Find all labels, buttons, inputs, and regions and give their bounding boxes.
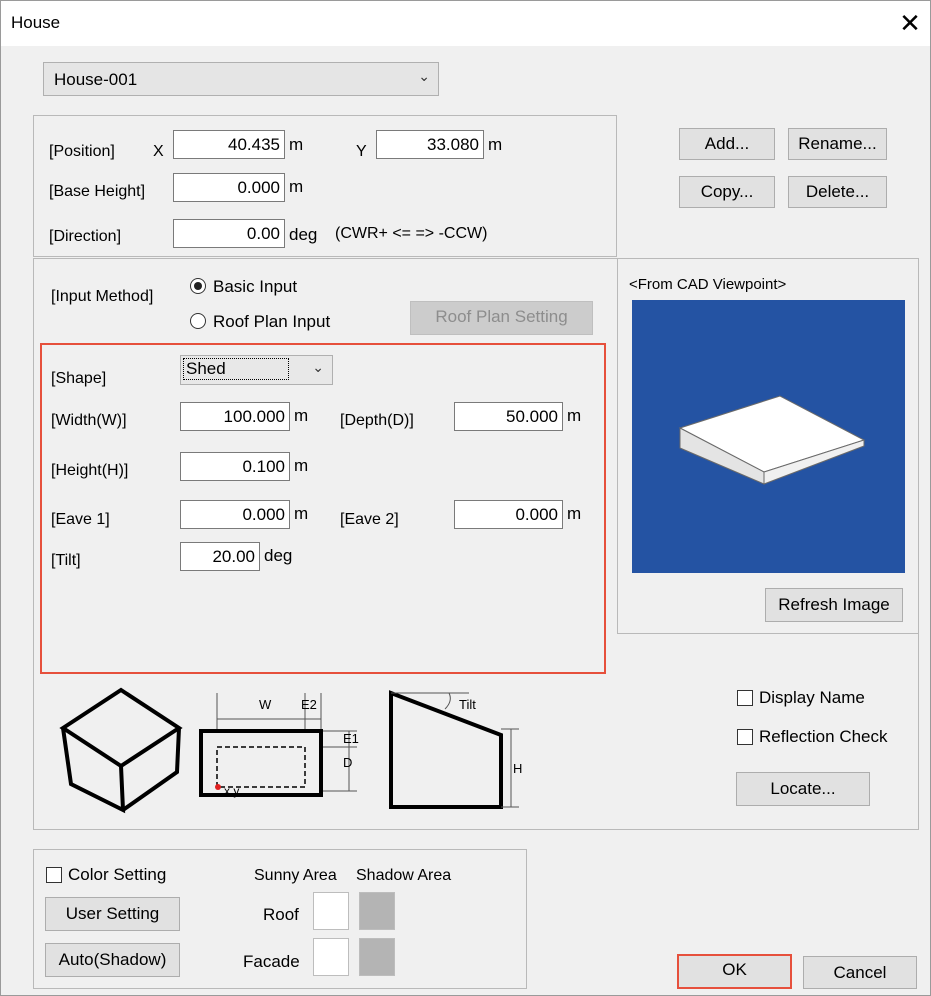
display-name-checkbox[interactable]: [737, 690, 753, 706]
sunny-area-header: Sunny Area: [254, 867, 337, 884]
roof-plan-input-label: Roof Plan Input: [213, 312, 331, 331]
delete-button[interactable]: Delete...: [788, 176, 887, 208]
shape-select-value: Shed: [183, 358, 289, 380]
eave1-input[interactable]: 0.000: [180, 500, 290, 529]
height-input[interactable]: 0.100: [180, 452, 290, 481]
copy-button[interactable]: Copy...: [679, 176, 775, 208]
user-setting-button[interactable]: User Setting: [45, 897, 180, 931]
cad-preview-image: [632, 300, 905, 573]
cancel-button[interactable]: Cancel: [803, 956, 917, 989]
eave2-input[interactable]: 0.000: [454, 500, 563, 529]
facade-shadow-swatch[interactable]: [359, 938, 395, 976]
reflection-check-checkbox[interactable]: [737, 729, 753, 745]
title-bar: House ✕: [1, 1, 930, 46]
basic-input-label: Basic Input: [213, 277, 298, 296]
tilt-label: [Tilt]: [51, 552, 81, 569]
x-unit: m: [289, 135, 304, 154]
depth-label: [Depth(D)]: [340, 412, 414, 429]
reflection-check-label: Reflection Check: [759, 727, 888, 746]
y-unit: m: [488, 135, 503, 154]
roof-sunny-swatch[interactable]: [313, 892, 349, 930]
house-select[interactable]: House-001 ⌄: [43, 62, 439, 96]
input-method-label: [Input Method]: [51, 288, 154, 305]
facade-sunny-swatch[interactable]: [313, 938, 349, 976]
shed-model-icon: [678, 395, 866, 485]
diagram-e2-label: E2: [301, 697, 317, 712]
roof-plan-setting-button[interactable]: Roof Plan Setting: [410, 301, 593, 335]
direction-input[interactable]: 0.00: [173, 219, 285, 248]
height-unit: m: [294, 456, 309, 475]
refresh-image-button[interactable]: Refresh Image: [765, 588, 903, 622]
preview-label: <From CAD Viewpoint>: [629, 276, 787, 293]
auto-shadow-button[interactable]: Auto(Shadow): [45, 943, 180, 977]
rename-button[interactable]: Rename...: [788, 128, 887, 160]
eave2-unit: m: [567, 504, 582, 523]
house-select-value: House-001: [54, 70, 138, 89]
depth-input[interactable]: 50.000: [454, 402, 563, 431]
tilt-unit: deg: [264, 546, 293, 565]
facade-label: Facade: [243, 952, 300, 971]
color-setting-checkbox[interactable]: [46, 867, 62, 883]
y-label: Y: [356, 143, 367, 160]
base-height-unit: m: [289, 177, 304, 196]
eave2-label: [Eave 2]: [340, 511, 399, 528]
window-title: House: [11, 13, 61, 32]
roof-shadow-swatch[interactable]: [359, 892, 395, 930]
shape-label: [Shape]: [51, 370, 107, 387]
section-view-diagram: Tilt H: [389, 690, 522, 809]
direction-unit: deg: [289, 225, 318, 244]
direction-note: (CWR+ <= => -CCW): [335, 225, 488, 242]
position-x-input[interactable]: 40.435: [173, 130, 285, 159]
eave1-label: [Eave 1]: [51, 511, 110, 528]
display-name-label: Display Name: [759, 688, 865, 707]
house-dialog: House ✕ House-001 ⌄ [Position] X 40.435 …: [0, 0, 931, 996]
diagram-tilt-label: Tilt: [459, 697, 476, 712]
plan-view-diagram: W E2 E1 D x,y: [199, 693, 359, 798]
diagram-xy-label: x,y: [224, 784, 239, 798]
close-icon[interactable]: ✕: [895, 9, 925, 39]
roof-label: Roof: [263, 905, 299, 924]
roof-plan-input-radio[interactable]: [190, 313, 206, 329]
position-label: [Position]: [49, 143, 115, 160]
tilt-input[interactable]: 20.00: [180, 542, 260, 571]
eave1-unit: m: [294, 504, 309, 523]
direction-label: [Direction]: [49, 228, 122, 245]
shape-select[interactable]: Shed ⌄: [180, 355, 333, 385]
base-height-label: [Base Height]: [49, 183, 146, 200]
color-setting-label: Color Setting: [68, 865, 167, 884]
basic-input-radio[interactable]: [190, 278, 206, 294]
position-y-input[interactable]: 33.080: [376, 130, 484, 159]
width-label: [Width(W)]: [51, 412, 127, 429]
ok-button[interactable]: OK: [677, 954, 792, 989]
diagram-w-label: W: [259, 697, 272, 712]
chevron-down-icon: ⌄: [312, 359, 324, 375]
base-height-input[interactable]: 0.000: [173, 173, 285, 202]
height-label: [Height(H)]: [51, 462, 129, 479]
width-input[interactable]: 100.000: [180, 402, 290, 431]
house-isometric-diagram: [59, 687, 183, 814]
diagram-d-label: D: [343, 755, 352, 770]
x-label: X: [153, 143, 164, 160]
add-button[interactable]: Add...: [679, 128, 775, 160]
locate-button[interactable]: Locate...: [736, 772, 870, 806]
chevron-down-icon: ⌄: [418, 68, 430, 84]
diagram-h-label: H: [513, 761, 522, 776]
diagram-e1-label: E1: [343, 731, 359, 746]
shadow-area-header: Shadow Area: [356, 867, 452, 884]
depth-unit: m: [567, 406, 582, 425]
width-unit: m: [294, 406, 309, 425]
